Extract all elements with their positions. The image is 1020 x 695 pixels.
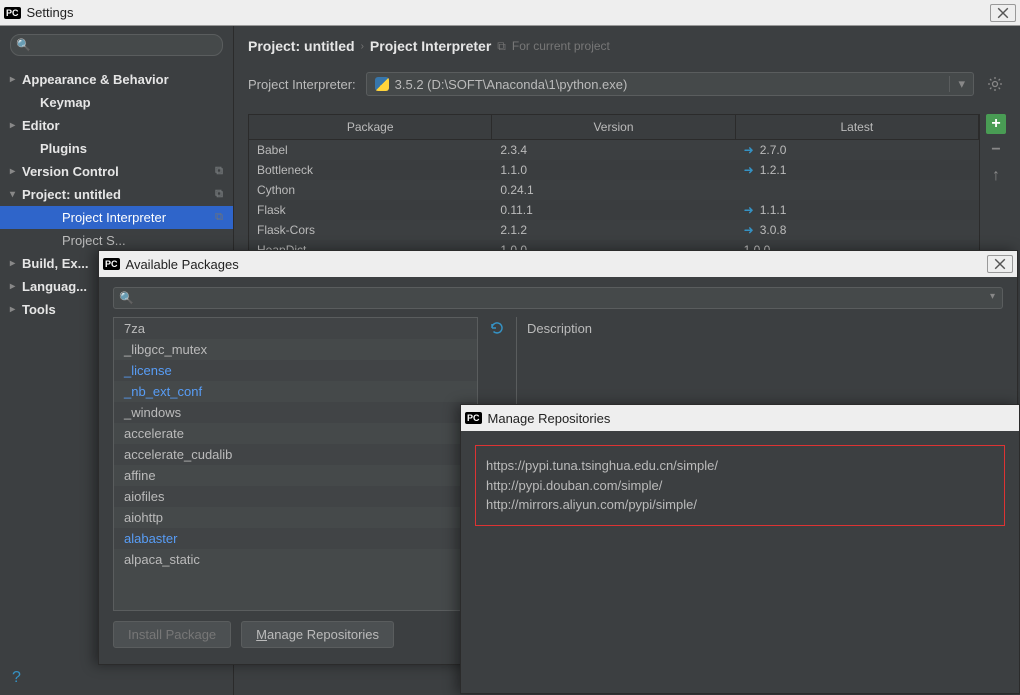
python-icon bbox=[375, 77, 389, 91]
col-latest[interactable]: Latest bbox=[736, 115, 979, 139]
sidebar-item[interactable]: ▾Project: untitled⧉ bbox=[0, 183, 233, 206]
breadcrumb-hint: For current project bbox=[512, 39, 610, 53]
interpreter-label: Project Interpreter: bbox=[248, 77, 356, 92]
packages-table: Package Version Latest Babel2.3.4➜2.7.0B… bbox=[248, 114, 980, 261]
packages-search-input[interactable] bbox=[113, 287, 1003, 309]
dialog-close-button[interactable] bbox=[987, 255, 1013, 273]
table-row[interactable]: Flask-Cors2.1.2➜3.0.8 bbox=[249, 220, 979, 240]
sidebar-item[interactable]: Project Interpreter⧉ bbox=[0, 206, 233, 229]
close-icon bbox=[997, 7, 1009, 19]
list-item[interactable]: accelerate bbox=[114, 423, 477, 444]
list-item[interactable]: aiofiles bbox=[114, 486, 477, 507]
refresh-icon bbox=[489, 320, 505, 336]
copy-icon[interactable]: ⧉ bbox=[497, 39, 506, 54]
list-item[interactable]: aiohttp bbox=[114, 507, 477, 528]
list-item[interactable]: _nb_ext_conf bbox=[114, 381, 477, 402]
sidebar-item[interactable]: Plugins bbox=[0, 137, 233, 160]
list-item[interactable]: alabaster bbox=[114, 528, 477, 549]
list-item[interactable]: _windows bbox=[114, 402, 477, 423]
available-packages-titlebar: PC Available Packages bbox=[99, 251, 1017, 277]
dialog-title: Available Packages bbox=[126, 257, 239, 272]
breadcrumb-page: Project Interpreter bbox=[370, 38, 491, 54]
table-row[interactable]: Babel2.3.4➜2.7.0 bbox=[249, 140, 979, 160]
repositories-titlebar: PC Manage Repositories bbox=[461, 405, 1019, 431]
list-item[interactable]: affine bbox=[114, 465, 477, 486]
list-item[interactable]: _libgcc_mutex bbox=[114, 339, 477, 360]
description-label: Description bbox=[527, 321, 592, 336]
remove-package-button[interactable]: − bbox=[986, 140, 1006, 160]
interpreter-gear-button[interactable] bbox=[984, 73, 1006, 95]
manage-repositories-dialog: PC Manage Repositories https://pypi.tuna… bbox=[460, 404, 1020, 694]
table-row[interactable]: Flask0.11.1➜1.1.1 bbox=[249, 200, 979, 220]
chevron-down-icon: ▾ bbox=[949, 76, 965, 92]
breadcrumb-project: Project: untitled bbox=[248, 38, 355, 54]
pycharm-icon: PC bbox=[465, 412, 482, 424]
manage-repositories-button[interactable]: Manage Repositories bbox=[241, 621, 394, 648]
table-row[interactable]: Bottleneck1.1.0➜1.2.1 bbox=[249, 160, 979, 180]
repository-url[interactable]: http://mirrors.aliyun.com/pypi/simple/ bbox=[486, 495, 994, 515]
repository-url[interactable]: https://pypi.tuna.tsinghua.edu.cn/simple… bbox=[486, 456, 994, 476]
list-item[interactable]: _license bbox=[114, 360, 477, 381]
sidebar-item[interactable]: Project S... bbox=[0, 229, 233, 252]
pycharm-icon: PC bbox=[4, 7, 21, 19]
window-title: Settings bbox=[27, 5, 74, 20]
chevron-down-icon[interactable]: ▾ bbox=[990, 291, 995, 302]
table-row[interactable]: Cython0.24.1 bbox=[249, 180, 979, 200]
breadcrumb: Project: untitled › Project Interpreter … bbox=[248, 38, 1006, 54]
sidebar-item[interactable]: ▸Version Control⧉ bbox=[0, 160, 233, 183]
pycharm-icon: PC bbox=[103, 258, 120, 270]
list-item[interactable]: 7za bbox=[114, 318, 477, 339]
install-package-button[interactable]: Install Package bbox=[113, 621, 231, 648]
dialog-title: Manage Repositories bbox=[488, 411, 611, 426]
gear-icon bbox=[987, 76, 1003, 92]
sidebar-item[interactable]: ▸Appearance & Behavior bbox=[0, 68, 233, 91]
col-version[interactable]: Version bbox=[492, 115, 735, 139]
help-button[interactable]: ? bbox=[0, 661, 233, 695]
sidebar-search-input[interactable] bbox=[10, 34, 223, 56]
settings-titlebar: PC Settings bbox=[0, 0, 1020, 26]
window-close-button[interactable] bbox=[990, 4, 1016, 22]
search-icon: 🔍 bbox=[16, 38, 31, 52]
repository-url[interactable]: http://pypi.douban.com/simple/ bbox=[486, 476, 994, 496]
refresh-button[interactable] bbox=[486, 317, 508, 339]
repositories-list[interactable]: https://pypi.tuna.tsinghua.edu.cn/simple… bbox=[475, 445, 1005, 526]
list-item[interactable]: accelerate_cudalib bbox=[114, 444, 477, 465]
packages-list[interactable]: 7za_libgcc_mutex_license_nb_ext_conf_win… bbox=[113, 317, 478, 611]
sidebar-search[interactable]: 🔍 bbox=[10, 34, 223, 56]
upgrade-package-button[interactable]: ↑ bbox=[986, 166, 1006, 186]
chevron-right-icon: › bbox=[361, 41, 364, 52]
interpreter-select[interactable]: 3.5.2 (D:\SOFT\Anaconda\1\python.exe) ▾ bbox=[366, 72, 974, 96]
close-icon bbox=[994, 258, 1006, 270]
interpreter-value: 3.5.2 (D:\SOFT\Anaconda\1\python.exe) bbox=[395, 77, 628, 92]
add-package-button[interactable]: + bbox=[986, 114, 1006, 134]
col-package[interactable]: Package bbox=[249, 115, 492, 139]
list-item[interactable]: alpaca_static bbox=[114, 549, 477, 570]
sidebar-item[interactable]: ▸Editor bbox=[0, 114, 233, 137]
packages-search[interactable]: 🔍 ▾ bbox=[113, 287, 1003, 309]
sidebar-item[interactable]: Keymap bbox=[0, 91, 233, 114]
search-icon: 🔍 bbox=[119, 291, 134, 305]
